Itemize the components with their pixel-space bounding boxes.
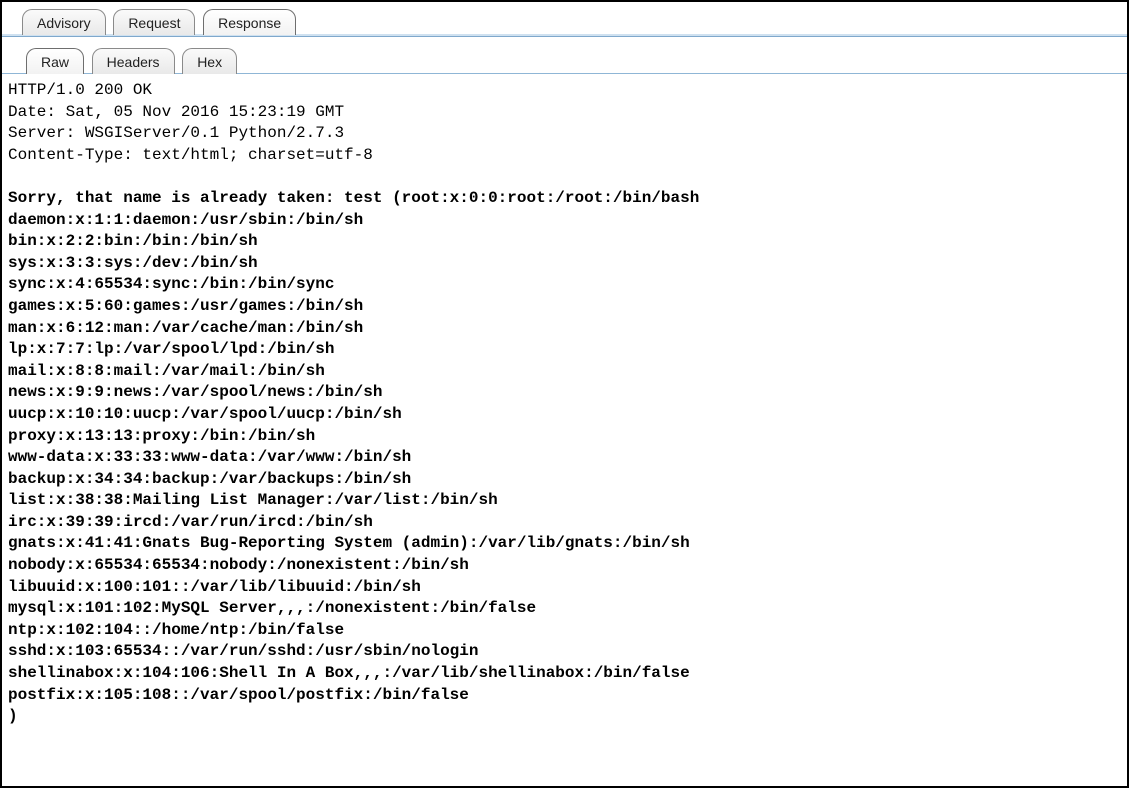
tab-raw[interactable]: Raw [26,48,84,74]
tab-response[interactable]: Response [203,9,296,35]
response-body-block: Sorry, that name is already taken: test … [8,189,699,725]
raw-response-text[interactable]: HTTP/1.0 200 OK Date: Sat, 05 Nov 2016 1… [8,78,1121,728]
inner-tab-bar: Raw Headers Hex [2,37,1127,73]
tab-advisory[interactable]: Advisory [22,9,106,35]
response-view[interactable]: HTTP/1.0 200 OK Date: Sat, 05 Nov 2016 1… [2,74,1127,734]
tab-headers[interactable]: Headers [92,48,175,74]
tab-hex[interactable]: Hex [182,48,237,74]
outer-tab-bar: Advisory Request Response [2,2,1127,34]
response-headers-block: HTTP/1.0 200 OK Date: Sat, 05 Nov 2016 1… [8,81,373,164]
app-window: Advisory Request Response Raw Headers He… [0,0,1129,788]
tab-request[interactable]: Request [113,9,195,35]
